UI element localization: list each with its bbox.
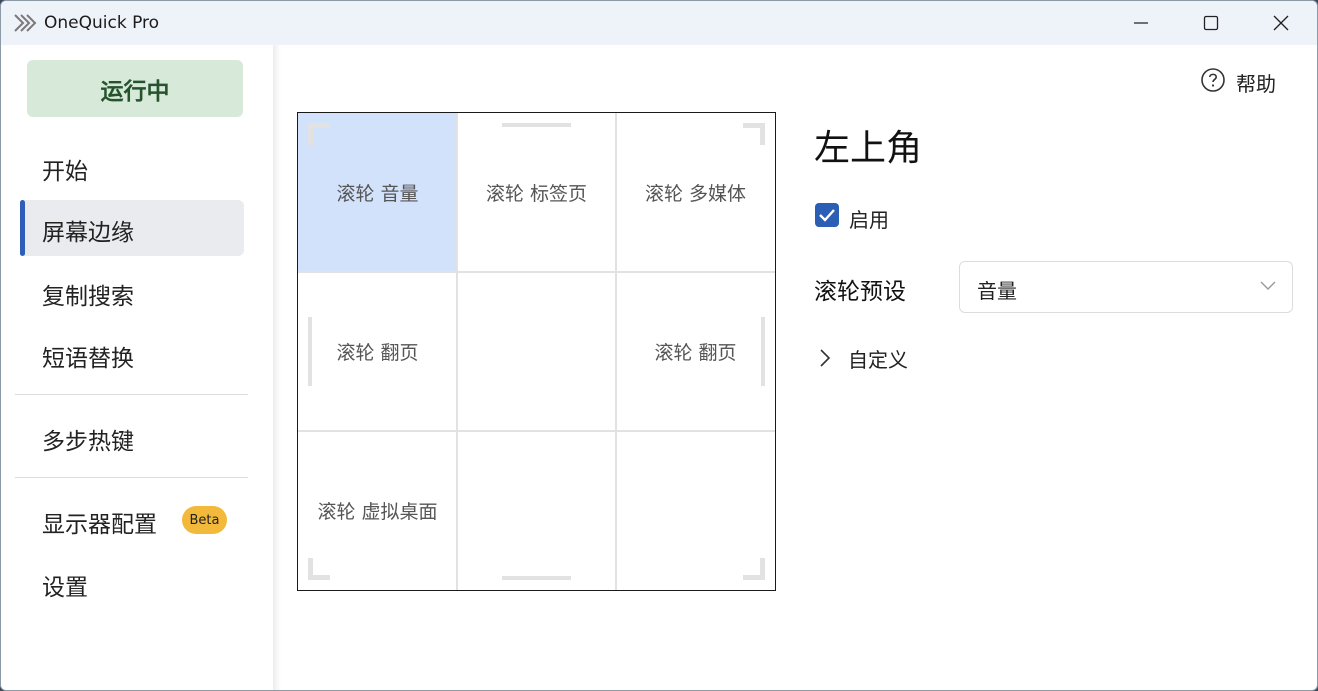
wheel-preset-value: 音量 <box>977 279 1017 303</box>
sidebar-item-label: 设置 <box>42 575 88 601</box>
corner-marker <box>308 558 313 580</box>
edge-marker <box>502 123 571 127</box>
edge-marker <box>502 576 571 580</box>
minimize-button[interactable] <box>1106 1 1176 45</box>
sidebar-item-label: 开始 <box>42 159 88 185</box>
wheel-preset-label: 滚轮预设 <box>814 279 906 305</box>
sidebar-item-copy-search[interactable]: 复制搜索 <box>20 264 244 320</box>
cell-bottom-right[interactable] <box>616 431 775 590</box>
cell-label: 滚轮 翻页 <box>654 342 737 364</box>
maximize-icon <box>1203 15 1219 31</box>
edge-marker <box>761 317 765 386</box>
sidebar-item-label: 屏幕边缘 <box>42 220 134 246</box>
app-chevrons-icon <box>13 12 37 34</box>
sidebar-item-label: 显示器配置 <box>42 512 157 538</box>
cell-top-right[interactable]: 滚轮 多媒体 <box>616 113 775 272</box>
detail-title: 左上角 <box>814 128 923 169</box>
cell-bottom-left[interactable]: 滚轮 虚拟桌面 <box>298 431 457 590</box>
enable-checkbox-label[interactable]: 启用 <box>849 204 889 233</box>
title-bar[interactable]: OneQuick Pro <box>1 1 1317 45</box>
edge-marker <box>308 317 312 386</box>
cell-top-left[interactable]: 滚轮 音量 <box>298 113 457 272</box>
checkmark-icon <box>819 209 835 222</box>
grid-line <box>298 271 775 273</box>
cell-left[interactable]: 滚轮 翻页 <box>298 272 457 431</box>
sidebar-item-display-config[interactable]: 显示器配置 Beta <box>20 492 244 548</box>
cell-label: 滚轮 虚拟桌面 <box>317 501 438 523</box>
chevron-right-icon <box>820 349 831 367</box>
chevron-down-icon <box>1260 281 1276 290</box>
close-icon <box>1273 15 1289 31</box>
app-window: OneQuick Pro 运行中 开始 屏幕边缘 复制搜索 短语替换 多步热键 … <box>0 0 1318 691</box>
sidebar-item-multistep-hotkey[interactable]: 多步热键 <box>20 409 244 465</box>
grid-line <box>615 113 617 590</box>
sidebar-item-start[interactable]: 开始 <box>20 139 244 195</box>
enable-checkbox[interactable] <box>815 203 839 227</box>
sidebar-item-phrase-replace[interactable]: 短语替换 <box>20 326 244 382</box>
corner-marker <box>760 558 765 580</box>
custom-expander-label: 自定义 <box>848 348 908 372</box>
beta-badge: Beta <box>182 506 227 534</box>
corner-marker <box>760 123 765 145</box>
help-label: 帮助 <box>1236 72 1276 96</box>
sidebar: 运行中 开始 屏幕边缘 复制搜索 短语替换 多步热键 显示器配置 Beta 设置 <box>1 45 273 690</box>
cell-label: 滚轮 音量 <box>336 183 419 205</box>
grid-line <box>298 430 775 432</box>
sidebar-shadow <box>273 45 281 690</box>
window-title: OneQuick Pro <box>44 13 160 33</box>
screen-edge-grid: 滚轮 音量 滚轮 标签页 滚轮 多媒体 滚轮 翻页 滚轮 翻页 滚轮 虚拟桌面 <box>297 112 776 591</box>
grid-line <box>456 113 458 590</box>
minimize-icon <box>1134 22 1148 24</box>
sidebar-item-settings[interactable]: 设置 <box>20 555 244 611</box>
cell-right[interactable]: 滚轮 翻页 <box>616 272 775 431</box>
sidebar-item-screen-edge[interactable]: 屏幕边缘 <box>20 200 244 256</box>
running-status-button[interactable]: 运行中 <box>27 60 243 117</box>
sidebar-item-label: 复制搜索 <box>42 284 134 310</box>
sidebar-item-label: 多步热键 <box>42 429 134 455</box>
cell-label: 滚轮 多媒体 <box>644 183 747 205</box>
wheel-preset-select[interactable]: 音量 <box>959 261 1293 313</box>
cell-label: 滚轮 翻页 <box>336 342 419 364</box>
cell-center <box>457 272 616 431</box>
cell-top[interactable]: 滚轮 标签页 <box>457 113 616 272</box>
sidebar-divider <box>15 477 248 478</box>
maximize-button[interactable] <box>1176 1 1246 45</box>
question-circle-icon <box>1201 68 1225 92</box>
sidebar-divider <box>15 394 248 395</box>
cell-label: 滚轮 标签页 <box>485 183 588 205</box>
close-button[interactable] <box>1246 1 1316 45</box>
cell-bottom[interactable] <box>457 431 616 590</box>
corner-marker <box>308 123 313 145</box>
sidebar-item-label: 短语替换 <box>42 346 134 372</box>
